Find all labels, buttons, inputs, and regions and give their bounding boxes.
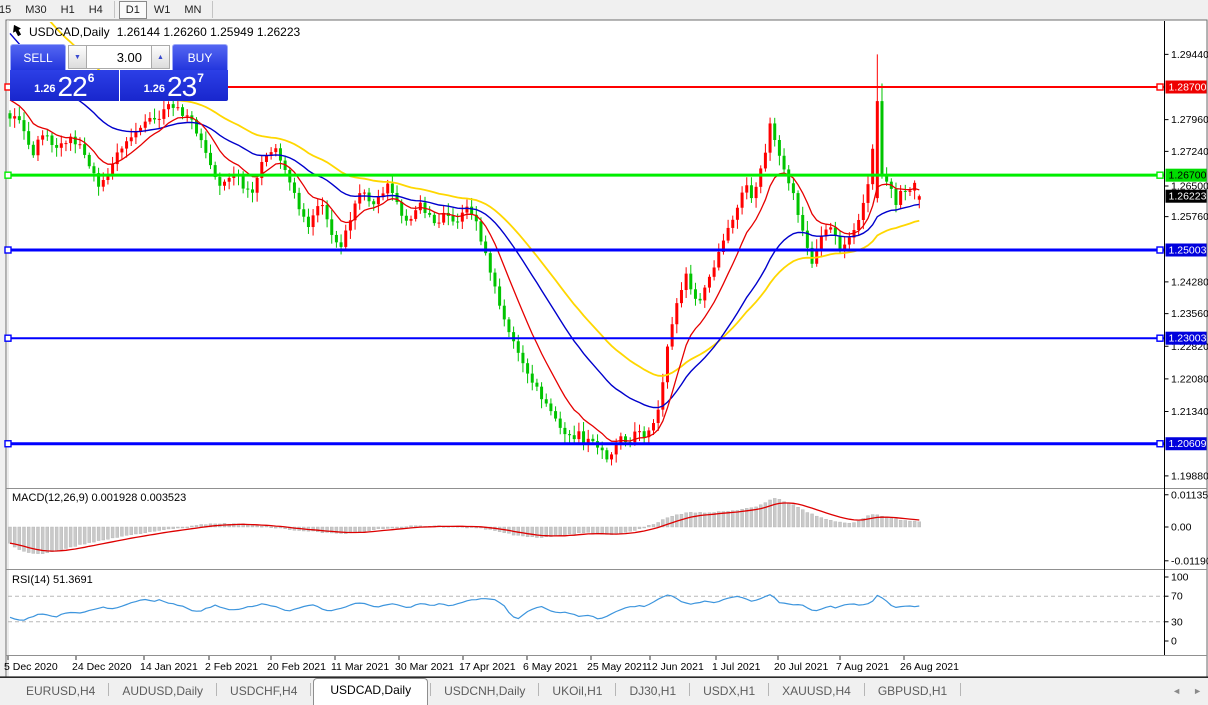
volume-stepper: ▼ 3.00 ▲ xyxy=(68,45,170,69)
tab-usdchf-h4[interactable]: USDCHF,H4 xyxy=(218,680,309,705)
axis-label: 1.28700 xyxy=(1169,82,1207,94)
axis-label: 1.27240 xyxy=(1171,146,1208,158)
time-label: 26 Aug 2021 xyxy=(900,661,959,673)
axis-label: -0.01190 xyxy=(1171,555,1208,567)
line-handle[interactable] xyxy=(5,247,11,253)
line-handle[interactable] xyxy=(1157,84,1163,90)
one-click-trade-panel: SELL ▼ 3.00 ▲ BUY 1.26 22 6 1.26 23 7 xyxy=(10,44,228,101)
chart-ohlc-values: 1.26144 1.26260 1.25949 1.26223 xyxy=(117,25,301,39)
tab-separator xyxy=(538,683,539,696)
tab-gbpusd-h1[interactable]: GBPUSD,H1 xyxy=(866,680,959,705)
tab-scroll-right-icon[interactable]: ► xyxy=(1193,686,1202,696)
chart-symbol-period: USDCAD,Daily xyxy=(29,25,110,39)
axis-label: 1.27960 xyxy=(1171,114,1208,126)
ask-price-pips: 23 xyxy=(167,74,196,99)
volume-value[interactable]: 3.00 xyxy=(87,45,151,69)
tab-scroll-left-icon[interactable]: ◄ xyxy=(1172,686,1181,696)
ask-price-prefix: 1.26 xyxy=(144,84,165,99)
tab-usdx-h1[interactable]: USDX,H1 xyxy=(691,680,767,705)
axis-label: 0.01135 xyxy=(1171,489,1208,501)
line-handle[interactable] xyxy=(1157,247,1163,253)
trade-panel-top-row: SELL ▼ 3.00 ▲ BUY xyxy=(10,44,228,70)
tab-xauusd-h4[interactable]: XAUUSD,H4 xyxy=(770,680,863,705)
symbol-tab-bar: EURUSD,H4AUDUSD,DailyUSDCHF,H4USDCAD,Dai… xyxy=(0,678,1208,705)
sell-button[interactable]: SELL xyxy=(10,44,66,70)
tab-separator xyxy=(108,683,109,696)
buy-button[interactable]: BUY xyxy=(172,44,228,70)
chart-cursor-arrow-icon xyxy=(10,23,25,40)
bid-price: 1.26 22 6 xyxy=(10,70,120,101)
time-label: 1 Jul 2021 xyxy=(712,661,761,673)
ask-price: 1.26 23 7 xyxy=(120,70,229,101)
axis-label: 1.19880 xyxy=(1171,470,1208,482)
tab-ukoil-h1[interactable]: UKOil,H1 xyxy=(540,680,614,705)
axis-label: 1.25003 xyxy=(1169,245,1207,257)
time-label: 5 Dec 2020 xyxy=(4,661,58,673)
time-label: 6 May 2021 xyxy=(523,661,578,673)
time-label: 2 Feb 2021 xyxy=(205,661,258,673)
time-label: 7 Aug 2021 xyxy=(836,661,889,673)
axis-label: 0.00 xyxy=(1171,522,1192,534)
bid-price-pips: 22 xyxy=(58,74,87,99)
tab-separator xyxy=(615,683,616,696)
time-label: 12 Jun 2021 xyxy=(646,661,704,673)
tab-separator xyxy=(960,683,961,696)
time-label: 14 Jan 2021 xyxy=(140,661,198,673)
tab-separator xyxy=(768,683,769,696)
axis-label: 1.29440 xyxy=(1171,49,1208,61)
tab-usdcnh-daily[interactable]: USDCNH,Daily xyxy=(432,680,537,705)
axis-label: 30 xyxy=(1171,616,1183,628)
tab-usdcad-daily[interactable]: USDCAD,Daily xyxy=(313,678,428,705)
tab-scroll-nav: ◄ ► xyxy=(1172,686,1202,696)
axis-label: 1.26700 xyxy=(1169,170,1207,182)
axis-label: 100 xyxy=(1171,572,1189,584)
chart-window-frame xyxy=(6,20,1207,677)
volume-increase-button[interactable]: ▲ xyxy=(151,45,170,69)
time-label: 17 Apr 2021 xyxy=(459,661,516,673)
bid-price-prefix: 1.26 xyxy=(34,84,55,99)
time-label: 11 Mar 2021 xyxy=(331,661,389,673)
macd-indicator-label: MACD(12,26,9) 0.001928 0.003523 xyxy=(12,492,186,504)
rsi-indicator-label: RSI(14) 51.3691 xyxy=(12,574,93,586)
line-handle[interactable] xyxy=(5,441,11,447)
axis-label: 1.20609 xyxy=(1169,438,1207,450)
line-handle[interactable] xyxy=(5,335,11,341)
chart-canvas[interactable]: 1.294401.279601.272401.265001.257601.242… xyxy=(0,0,1208,705)
bid-price-point: 6 xyxy=(88,73,95,99)
time-label: 24 Dec 2020 xyxy=(72,661,132,673)
axis-label: 1.25760 xyxy=(1171,211,1208,223)
line-handle[interactable] xyxy=(1157,441,1163,447)
tab-separator xyxy=(864,683,865,696)
tab-eurusd-h4[interactable]: EURUSD,H4 xyxy=(14,680,107,705)
time-label: 25 May 2021 xyxy=(587,661,648,673)
axis-label: 1.22080 xyxy=(1171,373,1208,385)
line-handle[interactable] xyxy=(1157,335,1163,341)
axis-label: 1.26223 xyxy=(1169,191,1207,203)
ask-price-point: 7 xyxy=(197,73,204,99)
axis-label: 1.23560 xyxy=(1171,308,1208,320)
bid-ask-display: 1.26 22 6 1.26 23 7 xyxy=(10,70,228,101)
time-label: 20 Feb 2021 xyxy=(267,661,326,673)
tab-separator xyxy=(310,683,311,696)
axis-label: 1.21340 xyxy=(1171,406,1208,418)
tab-separator xyxy=(689,683,690,696)
axis-label: 70 xyxy=(1171,591,1183,603)
line-handle[interactable] xyxy=(5,172,11,178)
chart-title: USDCAD,Daily 1.26144 1.26260 1.25949 1.2… xyxy=(13,24,300,39)
tab-audusd-daily[interactable]: AUDUSD,Daily xyxy=(110,680,215,705)
tab-separator xyxy=(216,683,217,696)
axis-label: 0 xyxy=(1171,636,1177,648)
line-handle[interactable] xyxy=(1157,172,1163,178)
axis-label: 1.24280 xyxy=(1171,276,1208,288)
axis-label: 1.23003 xyxy=(1169,333,1207,345)
time-label: 30 Mar 2021 xyxy=(395,661,454,673)
time-label: 20 Jul 2021 xyxy=(774,661,828,673)
volume-decrease-button[interactable]: ▼ xyxy=(68,45,87,69)
tab-separator xyxy=(430,683,431,696)
tab-dj30-h1[interactable]: DJ30,H1 xyxy=(617,680,688,705)
